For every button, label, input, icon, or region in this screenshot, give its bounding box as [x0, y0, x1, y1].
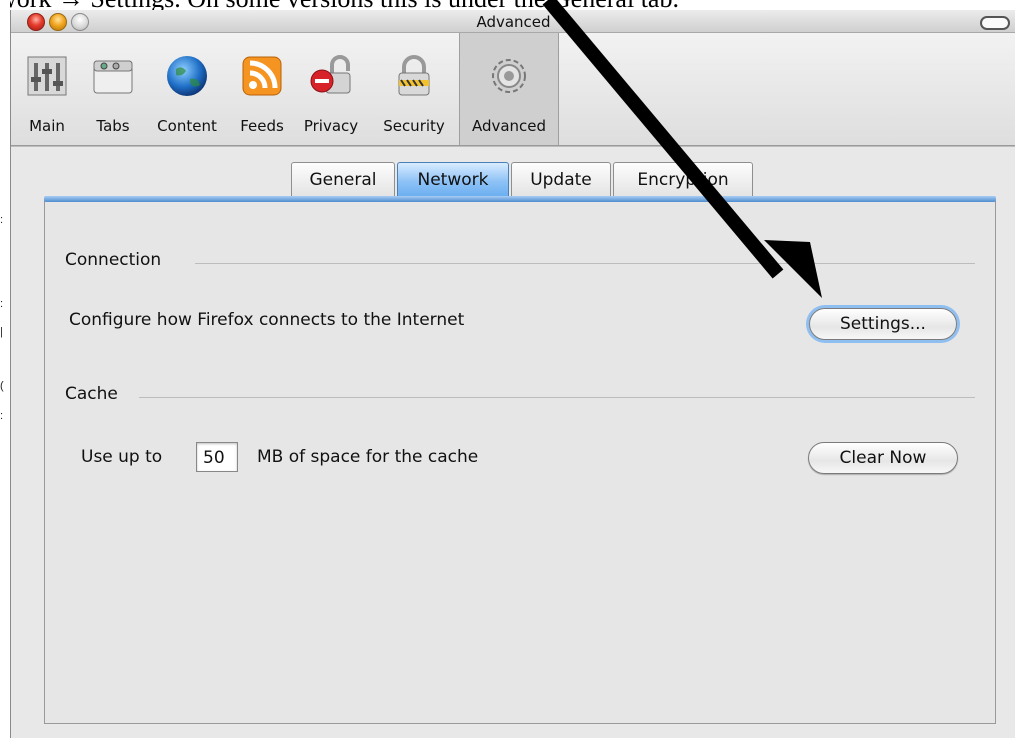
toolbar-label: Feeds	[240, 117, 284, 135]
content-separator	[11, 146, 1015, 147]
left-edge-strip: : : | ( :	[0, 0, 10, 738]
connection-description: Configure how Firefox connects to the In…	[69, 310, 465, 330]
rss-feed-icon	[242, 56, 282, 96]
connection-rule	[195, 263, 975, 264]
cache-size-input[interactable]: 50	[196, 442, 238, 472]
connection-heading: Connection	[65, 250, 162, 270]
panel-accent-bar	[44, 196, 996, 202]
tab-update[interactable]: Update	[511, 162, 611, 198]
toolbar-item-advanced[interactable]: Advanced	[459, 33, 559, 145]
edge-mark: (	[0, 380, 4, 392]
toolbar-item-security[interactable]: Security	[369, 33, 459, 145]
edge-mark: :	[0, 298, 4, 310]
window-title: Advanced	[476, 13, 551, 31]
main-icon	[27, 56, 67, 96]
toolbar-label: Content	[157, 117, 217, 135]
settings-button[interactable]: Settings...	[809, 308, 957, 340]
tab-encryption[interactable]: Encryption	[613, 162, 753, 198]
toolbar-item-feeds[interactable]: Feeds	[231, 33, 293, 145]
clear-now-button[interactable]: Clear Now	[808, 442, 958, 474]
edge-mark: :	[0, 214, 4, 226]
edge-mark: :	[0, 410, 4, 422]
toolbar-label: Security	[383, 117, 445, 135]
cache-suffix-label: MB of space for the cache	[257, 447, 479, 467]
toolbar-item-content[interactable]: Content	[143, 33, 231, 145]
toolbar-label: Privacy	[303, 117, 359, 135]
toolbar-item-main[interactable]: Main	[11, 33, 83, 145]
title-bar[interactable]: Advanced	[11, 10, 1015, 33]
toolbar-label: Tabs	[96, 117, 130, 135]
security-padlock-icon	[398, 55, 430, 96]
cache-rule	[139, 397, 975, 398]
toolbar-label: Advanced	[471, 117, 547, 135]
content-globe-icon	[167, 56, 207, 96]
cache-prefix-label: Use up to	[81, 447, 163, 467]
network-panel: Connection Configure how Firefox connect…	[44, 196, 996, 724]
preferences-toolbar: Main Tabs Content Feeds Privacy Security…	[11, 33, 1015, 146]
tabs-icon	[93, 60, 133, 94]
toolbar-toggle-button[interactable]	[980, 16, 1010, 30]
toolbar-label: Main	[29, 117, 65, 135]
toolbar-item-privacy[interactable]: Privacy	[293, 33, 369, 145]
toolbar-item-tabs[interactable]: Tabs	[83, 33, 143, 145]
tab-network[interactable]: Network	[397, 162, 509, 198]
advanced-gear-icon	[492, 59, 526, 93]
tab-general[interactable]: General	[291, 162, 395, 198]
privacy-lock-icon	[310, 55, 351, 94]
preferences-window: Advanced Main Tabs Content Feeds Privacy…	[10, 10, 1015, 738]
edge-mark: |	[0, 326, 3, 338]
cache-heading: Cache	[65, 384, 118, 404]
